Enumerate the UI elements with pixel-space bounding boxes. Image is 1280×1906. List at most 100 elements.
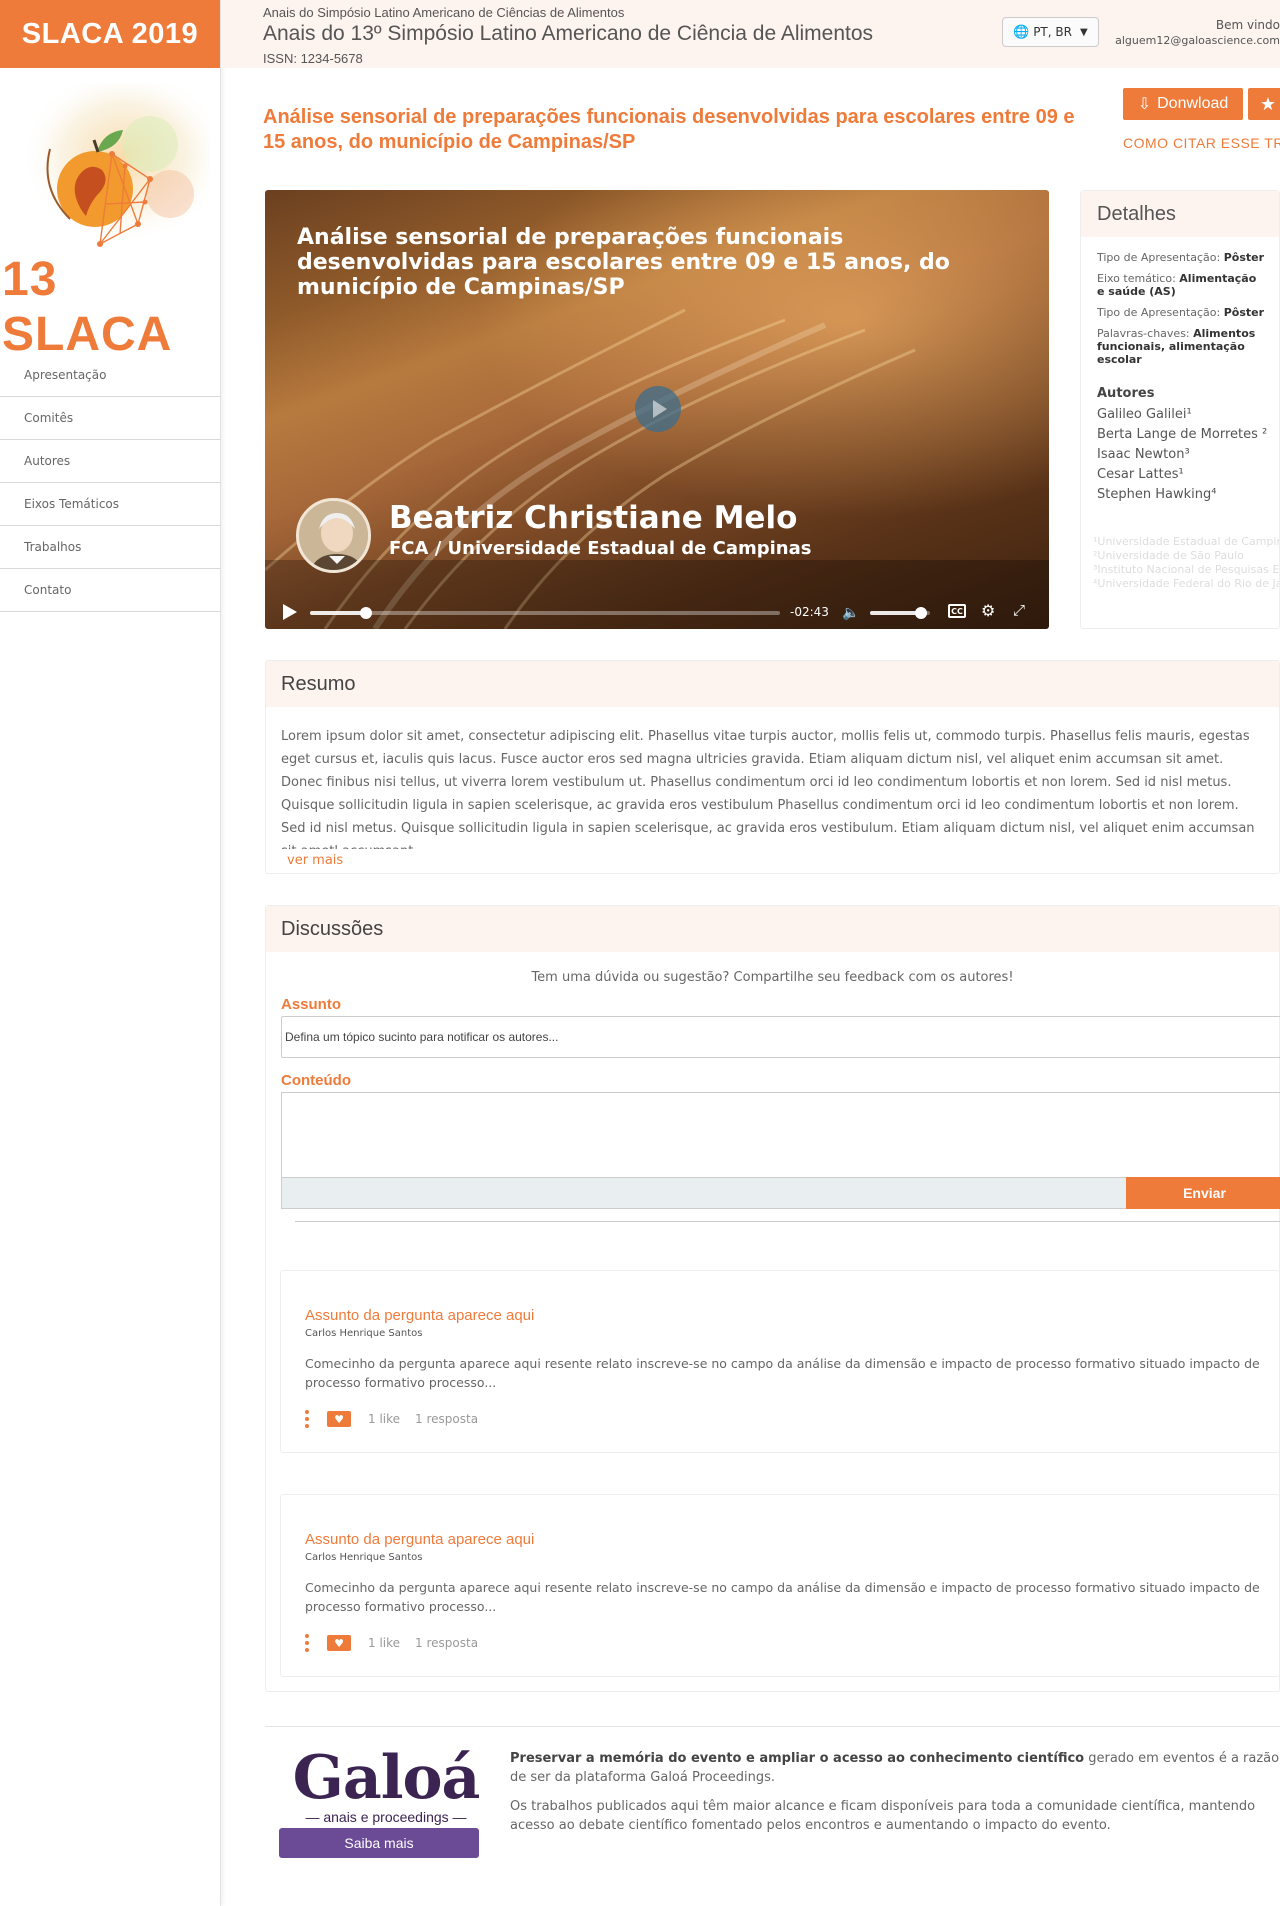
question-author: Carlos Henrique Santos <box>305 1552 423 1563</box>
resumo-card: Resumo Lorem ipsum dolor sit amet, conse… <box>265 660 1280 874</box>
sidebar-item-eixos-tematicos[interactable]: Eixos Temáticos <box>0 483 221 526</box>
caret-down-icon: ▼ <box>1079 26 1088 38</box>
detail-key: Tipo de Apresentação: <box>1097 306 1221 319</box>
logo-text: 13 SLACA <box>2 253 173 361</box>
download-label: Donwload <box>1157 95 1229 112</box>
author-name[interactable]: Stephen Hawking⁴ <box>1081 485 1279 505</box>
gear-icon[interactable]: ⚙ <box>981 601 995 620</box>
more-options-icon[interactable] <box>305 1634 309 1652</box>
sidebar-item-comites[interactable]: Comitês <box>0 397 221 440</box>
subject-input[interactable]: Defina um tópico sucinto para notificar … <box>281 1016 1280 1058</box>
detail-row: Tipo de Apresentação: Pôster <box>1081 306 1279 319</box>
author-name[interactable]: Cesar Lattes¹ <box>1081 465 1279 485</box>
institution-list: ¹Universidade Estadual de Campinas ²Univ… <box>1081 535 1279 591</box>
divider <box>295 1221 1280 1222</box>
footer-paragraph: Preservar a memória do evento e ampliar … <box>510 1749 1280 1787</box>
sidebar: SLACA 2019 13 SLACA Apresentação Comitês… <box>0 0 221 1906</box>
more-options-icon[interactable] <box>305 1410 309 1428</box>
institution: ³Instituto Nacional de Pesquisas Espacia… <box>1093 563 1279 576</box>
question-title[interactable]: Assunto da pergunta aparece aqui <box>305 1307 534 1324</box>
presenter-affiliation: FCA / Universidade Estadual de Campinas <box>389 538 812 559</box>
video-player[interactable]: Análise sensorial de preparações funcion… <box>265 190 1049 629</box>
resumo-heading: Resumo <box>266 661 1279 707</box>
content-label: Conteúdo <box>281 1072 351 1089</box>
content-textarea[interactable] <box>281 1092 1280 1177</box>
saiba-mais-button[interactable]: Saiba mais <box>279 1828 479 1858</box>
discussoes-intro: Tem uma dúvida ou sugestão? Compartilhe … <box>531 970 1014 985</box>
question-text: Comecinho da pergunta aparece aqui resen… <box>305 1356 1260 1390</box>
footer-paragraph: Os trabalhos publicados aqui têm maior a… <box>510 1799 1256 1833</box>
details-heading: Detalhes <box>1081 191 1279 237</box>
play-overlay-button[interactable] <box>635 386 681 432</box>
progress-bar[interactable] <box>310 607 780 619</box>
progress-handle[interactable] <box>360 607 373 619</box>
question-author: Carlos Henrique Santos <box>305 1328 423 1339</box>
volume-fill <box>870 611 921 615</box>
captions-button[interactable]: CC <box>948 604 966 618</box>
question-actions: ♥ 1 like 1 resposta <box>305 1633 478 1653</box>
detail-row: Eixo temático: Alimentação e saúde (AS) <box>1081 272 1280 298</box>
details-panel: Detalhes Tipo de Apresentação: Pôster Ei… <box>1080 190 1280 629</box>
volume-handle[interactable] <box>915 607 927 619</box>
like-count: 1 like <box>368 1412 401 1426</box>
ver-mais-link[interactable]: ver mais <box>266 849 1279 872</box>
header-issn: ISSN: 1234-5678 <box>263 51 363 66</box>
question-card[interactable]: Assunto da pergunta aparece aqui Carlos … <box>280 1494 1280 1677</box>
institution: ⁴Universidade Federal do Rio de Janeiro <box>1093 577 1279 590</box>
heart-icon[interactable]: ♥ <box>327 1635 351 1651</box>
detail-key: Tipo de Apresentação: <box>1097 251 1221 264</box>
institution: ²Universidade de São Paulo <box>1093 549 1244 562</box>
sidebar-item-trabalhos[interactable]: Trabalhos <box>0 526 221 569</box>
send-button[interactable]: Enviar <box>1126 1177 1280 1209</box>
author-name[interactable]: Isaac Newton³ <box>1081 445 1279 465</box>
globe-icon: 🌐 <box>1013 24 1030 40</box>
footer-highlight: Preservar a memória do evento e ampliar … <box>510 1751 1085 1766</box>
galoa-logo-sub: — anais e proceedings — <box>305 1809 467 1825</box>
page: SLACA 2019 13 SLACA Apresentação Comitês… <box>0 0 1280 1906</box>
progress-fill <box>310 611 367 615</box>
cite-link[interactable]: COMO CITAR ESSE TRABALHO <box>1123 135 1280 151</box>
brand-bar[interactable]: SLACA 2019 <box>0 0 220 68</box>
volume-icon[interactable]: 🔈 <box>842 605 859 621</box>
fullscreen-icon[interactable]: ⤢ <box>1013 601 1025 619</box>
question-card[interactable]: Assunto da pergunta aparece aqui Carlos … <box>280 1270 1280 1453</box>
reply-count[interactable]: 1 resposta <box>415 1412 478 1426</box>
author-name[interactable]: Galileo Galilei¹ <box>1081 405 1279 425</box>
resumo-text: Lorem ipsum dolor sit amet, consectetur … <box>281 729 1255 849</box>
video-title: Análise sensorial de preparações funcion… <box>297 225 950 300</box>
reply-count[interactable]: 1 resposta <box>415 1636 478 1650</box>
language-select[interactable]: 🌐 PT, BR ▼ <box>1002 17 1099 47</box>
detail-row: Palavras-chaves: Alimentos funcionais, a… <box>1081 327 1280 366</box>
subject-label: Assunto <box>281 996 341 1013</box>
star-icon: ★ <box>1259 93 1277 115</box>
user-menu[interactable]: Bem vindo alguem12@galoascience.com <box>1110 17 1280 49</box>
user-email: alguem12@galoascience.com <box>1115 34 1280 47</box>
sidebar-item-contato[interactable]: Contato <box>0 569 221 612</box>
heart-icon[interactable]: ♥ <box>327 1411 351 1427</box>
question-title[interactable]: Assunto da pergunta aparece aqui <box>305 1531 534 1548</box>
welcome-text: Bem vindo <box>1215 18 1280 32</box>
presenter-name: Beatriz Christiane Melo <box>389 500 798 536</box>
institution: ¹Universidade Estadual de Campinas <box>1093 535 1279 548</box>
header-subtitle: Anais do Simpósio Latino Americano de Ci… <box>263 5 625 20</box>
form-toolbar: Enviar <box>281 1177 1280 1209</box>
footer-text: Preservar a memória do evento e ampliar … <box>510 1749 1280 1835</box>
download-icon: ⇩ <box>1137 96 1152 113</box>
author-name[interactable]: Berta Lange de Morretes ² <box>1081 425 1279 445</box>
footer: Galoá — anais e proceedings — Saiba mais… <box>265 1726 1280 1906</box>
detail-key: Palavras-chaves: <box>1097 327 1190 340</box>
galoa-logo-name: Galoá <box>292 1743 481 1813</box>
galoa-logo[interactable]: Galoá — anais e proceedings — <box>286 1745 486 1825</box>
presenter-avatar <box>296 498 371 573</box>
volume-slider[interactable] <box>870 607 930 619</box>
play-icon[interactable] <box>283 604 297 620</box>
paper-title: Análise sensorial de preparações funcion… <box>263 106 1075 153</box>
sidebar-item-autores[interactable]: Autores <box>0 440 221 483</box>
sidebar-nav: Apresentação Comitês Autores Eixos Temát… <box>0 354 221 612</box>
discussoes-heading: Discussões <box>266 906 1279 952</box>
download-button[interactable]: ⇩ Donwload <box>1123 88 1243 120</box>
sidebar-item-apresentacao[interactable]: Apresentação <box>0 354 221 397</box>
favorite-button[interactable]: ★ <box>1248 88 1280 120</box>
header: Anais do Simpósio Latino Americano de Ci… <box>221 0 1280 68</box>
question-actions: ♥ 1 like 1 resposta <box>305 1409 478 1429</box>
